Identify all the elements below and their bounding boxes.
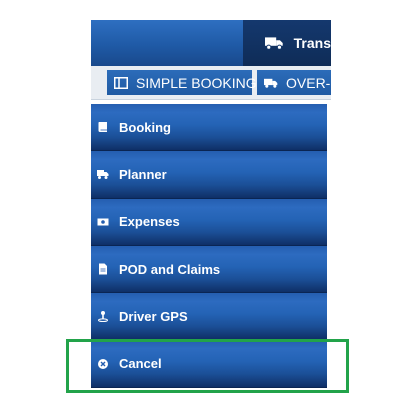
truck-icon: [264, 78, 278, 88]
map-pin-icon: [98, 311, 108, 323]
book-icon: [98, 122, 107, 133]
sidebar-item-driver-gps[interactable]: Driver GPS: [91, 293, 327, 341]
simple-booking-label: SIMPLE BOOKING: [136, 74, 257, 91]
sidebar-item-planner[interactable]: Planner: [91, 151, 327, 199]
sidebar-item-pod-claims[interactable]: POD and Claims: [91, 245, 327, 294]
header-tab-transport[interactable]: Trans: [243, 20, 331, 66]
sidebar-item-label: Planner: [119, 166, 167, 182]
sidebar-item-cancel[interactable]: Cancel: [91, 340, 327, 388]
columns-icon: [114, 76, 128, 89]
sidebar-item-label: POD and Claims: [119, 261, 221, 277]
sidebar-item-label: Expenses: [119, 214, 180, 230]
simple-booking-button[interactable]: SIMPLE BOOKING: [107, 70, 257, 95]
file-icon: [99, 263, 107, 275]
truck-icon: [97, 170, 109, 180]
money-icon: [97, 218, 109, 226]
sidebar-item-expenses[interactable]: Expenses: [91, 198, 327, 246]
sidebar-item-label: Booking: [119, 119, 171, 135]
oversize-booking-button[interactable]: OVER-S: [257, 70, 331, 95]
sidebar-item-booking[interactable]: Booking: [91, 104, 327, 152]
header-tab-label: Trans: [293, 35, 331, 51]
sidebar-item-label: Driver GPS: [119, 308, 188, 324]
sidebar-menu: Booking Planner Expenses POD and Claims: [91, 104, 327, 388]
cancel-circle-icon: [98, 358, 108, 369]
oversize-booking-label: OVER-S: [286, 74, 331, 91]
sidebar-item-label: Cancel: [119, 356, 162, 372]
truck-icon: [265, 37, 283, 50]
